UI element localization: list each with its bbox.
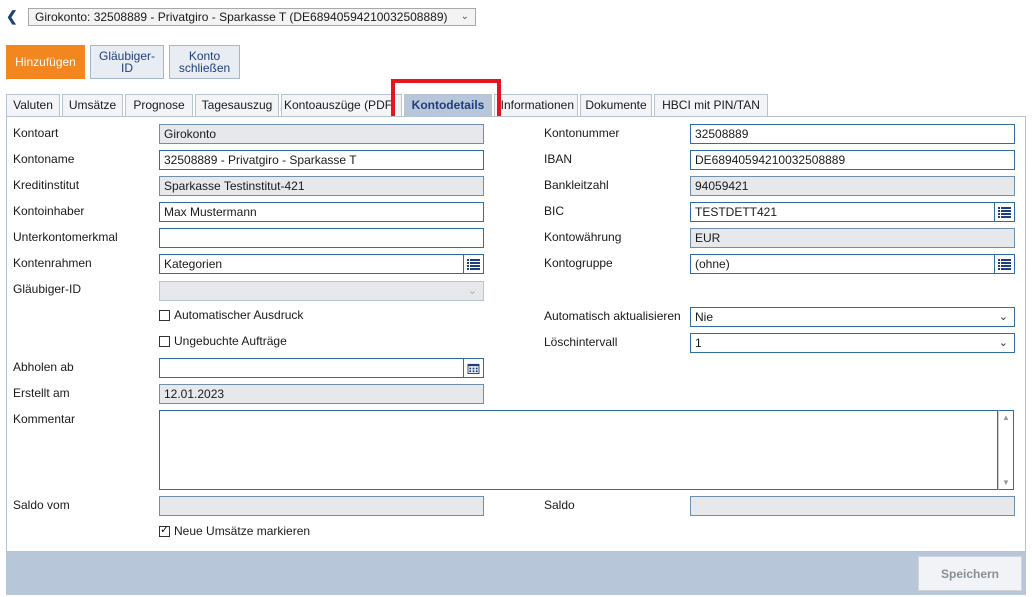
neue-umsaetze-checkbox[interactable]	[159, 524, 170, 537]
kommentar-scrollbar[interactable]: ▲ ▼	[998, 410, 1014, 490]
auto-ausdruck-checkbox-row[interactable]: Automatischer Ausdruck	[159, 306, 303, 324]
abholen-ab-field[interactable]	[159, 358, 484, 378]
ungebuchte-checkbox[interactable]	[159, 335, 170, 347]
close-account-button[interactable]: Konto schließen	[169, 45, 240, 79]
account-select-value: Girokonto: 32508889 - Privatgiro - Spark…	[35, 10, 448, 24]
loeschintervall-value: 1	[695, 336, 702, 350]
calendar-icon	[467, 363, 480, 374]
kontoart-field: Girokonto	[159, 124, 484, 144]
saldo-vom-label: Saldo vom	[13, 498, 70, 512]
ungebuchte-label: Ungebuchte Aufträge	[174, 334, 287, 348]
saldo-field	[690, 496, 1015, 516]
tab-hbci[interactable]: HBCI mit PIN/TAN	[654, 94, 768, 116]
kontogruppe-field[interactable]: (ohne)	[690, 254, 1015, 274]
kontoname-field[interactable]: 32508889 - Privatgiro - Sparkasse T	[159, 150, 484, 170]
kommentar-label: Kommentar	[13, 412, 76, 426]
list-icon	[467, 258, 480, 270]
glaeubiger-id-label: Gläubiger-ID	[13, 282, 82, 296]
list-icon	[998, 258, 1011, 270]
kreditinstitut-field: Sparkasse Testinstitut-421	[159, 176, 484, 196]
erstellt-am-field: 12.01.2023	[159, 384, 484, 404]
back-chevron-icon[interactable]: ❮	[6, 8, 18, 24]
bic-list-button[interactable]	[994, 203, 1014, 221]
account-select[interactable]: Girokonto: 32508889 - Privatgiro - Spark…	[28, 8, 476, 26]
add-button[interactable]: Hinzufügen	[6, 45, 85, 79]
erstellt-am-label: Erstellt am	[13, 386, 70, 400]
auto-aktualisieren-select[interactable]: Nie ⌄	[690, 307, 1015, 327]
iban-label: IBAN	[544, 152, 573, 166]
bankleitzahl-field: 94059421	[690, 176, 1015, 196]
close-account-button-label: Konto schließen	[179, 50, 230, 74]
kommentar-textarea[interactable]	[159, 410, 998, 490]
kontogruppe-label: Kontogruppe	[544, 256, 613, 270]
loeschintervall-select[interactable]: 1 ⌄	[690, 333, 1015, 353]
chevron-down-icon: ⌄	[467, 285, 477, 297]
kontogruppe-list-button[interactable]	[994, 255, 1014, 273]
kontenrahmen-label: Kontenrahmen	[13, 256, 92, 270]
tab-informationen[interactable]: Informationen	[494, 94, 578, 116]
save-button-label: Speichern	[940, 566, 1000, 581]
ungebuchte-checkbox-row[interactable]: Ungebuchte Aufträge	[159, 332, 287, 350]
loeschintervall-label: Löschintervall	[544, 335, 618, 349]
kontowaehrung-label: Kontowährung	[544, 230, 622, 244]
glaeubiger-id-button-label: Gläubiger- ID	[99, 50, 155, 74]
scroll-down-icon[interactable]: ▼	[1002, 478, 1010, 487]
glaeubiger-id-button[interactable]: Gläubiger- ID	[90, 45, 164, 79]
calendar-button[interactable]	[463, 359, 483, 377]
kontenrahmen-field[interactable]: Kategorien	[159, 254, 484, 274]
iban-field[interactable]: DE68940594210032508889	[690, 150, 1015, 170]
chevron-down-icon: ⌄	[998, 311, 1008, 323]
bic-label: BIC	[544, 204, 565, 218]
glaeubiger-id-select: ⌄	[159, 281, 484, 301]
auto-ausdruck-label: Automatischer Ausdruck	[174, 308, 304, 322]
tab-umsaetze[interactable]: Umsätze	[62, 94, 123, 116]
tab-prognose[interactable]: Prognose	[125, 94, 193, 116]
chevron-down-icon: ⌄	[998, 337, 1008, 349]
kontenrahmen-list-button[interactable]	[463, 255, 483, 273]
neue-umsaetze-label: Neue Umsätze markieren	[174, 524, 311, 538]
unterkontomerkmal-label: Unterkontomerkmal	[13, 230, 118, 244]
unterkontomerkmal-field[interactable]	[159, 228, 484, 248]
kontoart-label: Kontoart	[13, 126, 59, 140]
tab-tagesauszug[interactable]: Tagesauszug	[195, 94, 279, 116]
add-button-label: Hinzufügen	[15, 55, 76, 69]
tab-kontoauszuege[interactable]: Kontoauszüge (PDF	[281, 94, 402, 116]
save-button[interactable]: Speichern	[918, 556, 1022, 591]
kontoinhaber-label: Kontoinhaber	[13, 204, 85, 218]
glaeubiger-label-line2: ID	[121, 61, 133, 75]
kontoname-label: Kontoname	[13, 152, 75, 166]
list-icon	[998, 206, 1011, 218]
scroll-up-icon[interactable]: ▲	[1002, 413, 1010, 422]
kontogruppe-value: (ohne)	[695, 257, 730, 271]
close-label-line2: schließen	[178, 61, 231, 75]
bankleitzahl-label: Bankleitzahl	[544, 178, 609, 192]
kontonummer-field[interactable]: 32508889	[690, 124, 1015, 144]
auto-aktualisieren-value: Nie	[695, 310, 714, 324]
kreditinstitut-label: Kreditinstitut	[13, 178, 80, 192]
footer-bar	[6, 552, 1026, 595]
tab-valuten[interactable]: Valuten	[6, 94, 60, 116]
kontowaehrung-field: EUR	[690, 228, 1015, 248]
saldo-label: Saldo	[544, 498, 575, 512]
abholen-ab-label: Abholen ab	[13, 360, 74, 374]
bic-field[interactable]: TESTDETT421	[690, 202, 1015, 222]
neue-umsaetze-checkbox-row[interactable]: Neue Umsätze markieren	[159, 522, 310, 540]
kontonummer-label: Kontonummer	[544, 126, 620, 140]
tab-dokumente[interactable]: Dokumente	[580, 94, 652, 116]
bic-value: TESTDETT421	[695, 205, 778, 219]
kontoinhaber-field[interactable]: Max Mustermann	[159, 202, 484, 222]
saldo-vom-field	[159, 496, 484, 516]
auto-aktualisieren-label: Automatisch aktualisieren	[544, 309, 681, 323]
auto-ausdruck-checkbox[interactable]	[159, 309, 170, 321]
tab-bar: Valuten Umsätze Prognose Tagesauszug Kon…	[6, 94, 1026, 116]
chevron-down-icon: ⌄	[460, 11, 469, 22]
kontenrahmen-value: Kategorien	[164, 257, 223, 271]
